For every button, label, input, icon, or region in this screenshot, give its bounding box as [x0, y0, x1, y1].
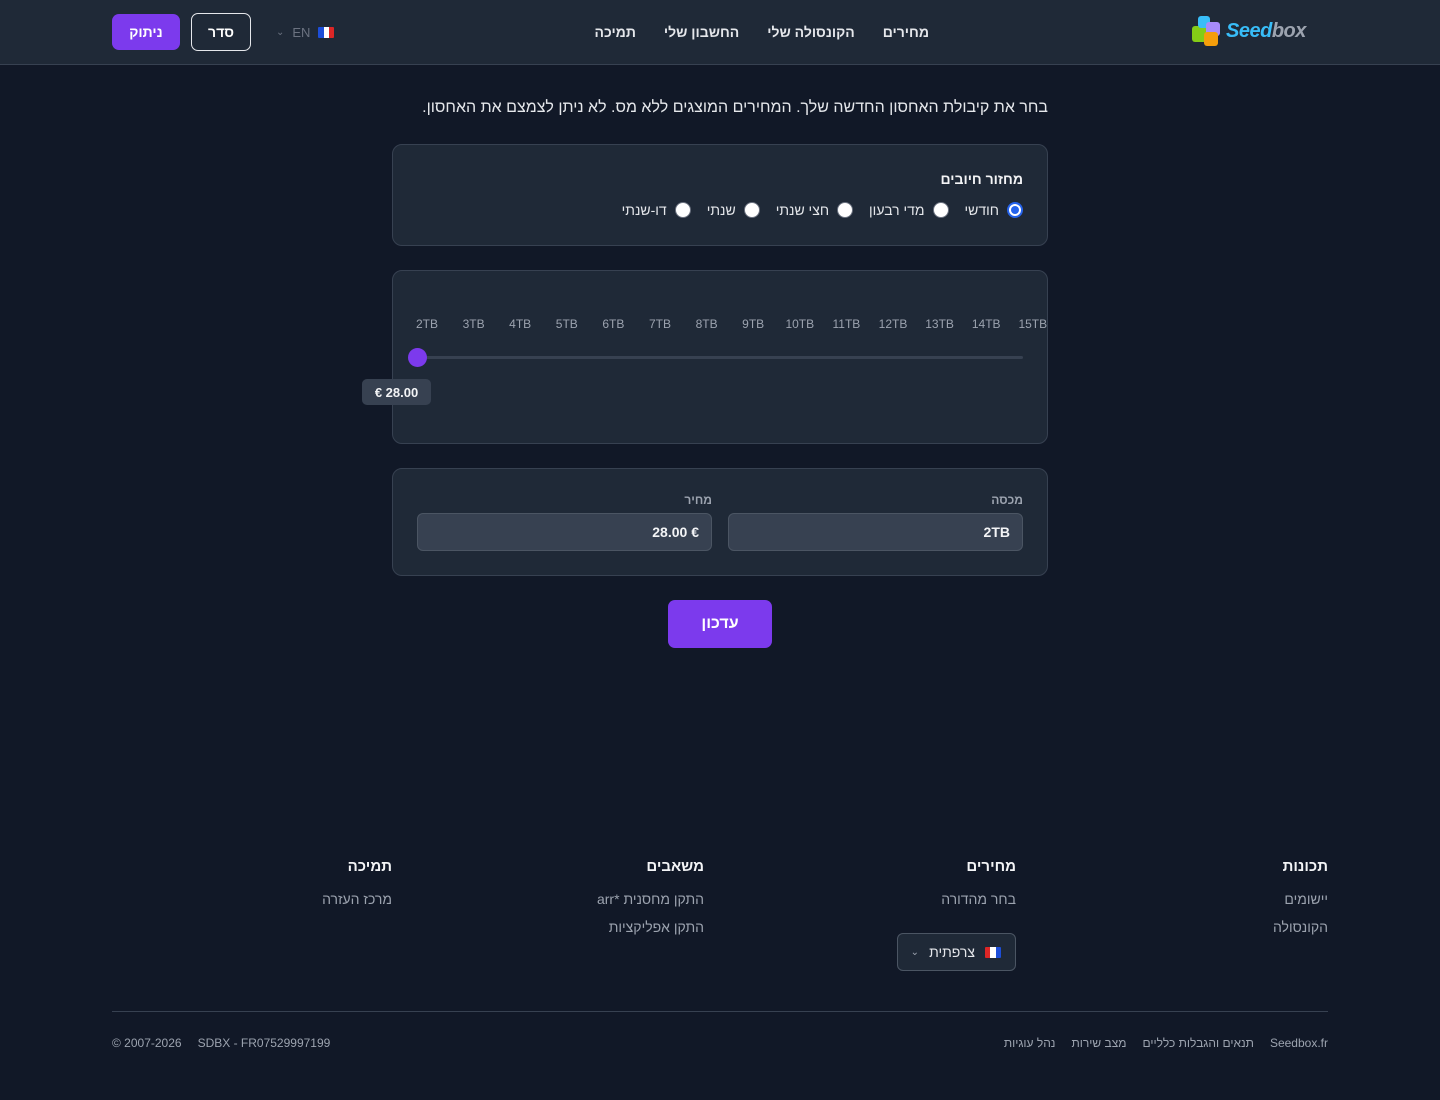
- legal-link-terms[interactable]: תנאים והגבלות כלליים: [1142, 1036, 1253, 1050]
- footer-link-choose-edition[interactable]: בחר מהדורה: [941, 891, 1016, 907]
- legal-link-status[interactable]: מצב שירות: [1071, 1036, 1126, 1050]
- slider-tick-label[interactable]: 5TB: [556, 317, 578, 331]
- france-flag-icon: [318, 26, 335, 38]
- slider-tick-label[interactable]: 7TB: [649, 317, 671, 331]
- slider-tick-label[interactable]: 12TB: [879, 317, 908, 331]
- intro-text: בחר את קיבולת האחסון החדשה שלך. המחירים …: [422, 99, 1048, 116]
- slider-tick-label[interactable]: 6TB: [602, 317, 624, 331]
- slider-tick-labels: 2TB 3TB 4TB 5TB 6TB 7TB 8TB 9TB 10TB 11TB 12TB 13TB…: [416, 317, 1047, 333]
- quota-label: מכסה: [991, 493, 1023, 507]
- billing-option-annual[interactable]: שנתי: [707, 202, 760, 218]
- nav-pricing[interactable]: מחירים: [883, 24, 929, 40]
- language-switcher[interactable]: ⌄ EN: [276, 22, 335, 42]
- seedbox-logo[interactable]: Seedbox: [1190, 14, 1322, 48]
- price-field: € 28.00: [417, 513, 712, 551]
- copyright-text: © 2007-2026: [112, 1036, 182, 1050]
- billing-option-label: חצי שנתי: [775, 202, 830, 218]
- top-header: Seedbox מחירים הקונסולה שלי החשבון שלי ת…: [0, 0, 1440, 65]
- chevron-down-icon: ⌄: [276, 26, 285, 38]
- footer-col-title: תמיכה: [347, 858, 392, 875]
- radio-button[interactable]: [932, 202, 949, 218]
- chevron-down-icon: ⌄: [910, 946, 920, 958]
- billing-option-label: חודשי: [964, 202, 999, 218]
- billing-option-semiannual[interactable]: חצי שנתי: [775, 202, 854, 218]
- storage-slider-thumb[interactable]: [408, 348, 427, 367]
- nav-my-console[interactable]: הקונסולה שלי: [767, 24, 854, 40]
- footer-link-help-center[interactable]: מרכז העזרה: [322, 891, 392, 907]
- billing-option-label: מדי רבעון: [869, 202, 925, 218]
- footer-col-resources: משאבים התקן מחסנית *arr התקן אפליקציות: [597, 858, 704, 947]
- slider-tick-label[interactable]: 8TB: [696, 317, 718, 331]
- storage-slider-track[interactable]: [417, 356, 1023, 359]
- company-id: SDBX - FR07529997199: [197, 1036, 331, 1050]
- logo-text: Seedbox: [1226, 19, 1306, 42]
- legal-link-site[interactable]: Seedbox.fr: [1270, 1036, 1328, 1050]
- slider-tick-label[interactable]: 9TB: [742, 317, 764, 331]
- slider-tick-label[interactable]: 14TB: [972, 317, 1001, 331]
- language-select-value: צרפתית: [929, 944, 975, 960]
- billing-option-quarterly[interactable]: מדי רבעון: [869, 202, 949, 218]
- slider-tick-label[interactable]: 3TB: [463, 317, 485, 331]
- billing-option-label: דו-שנתי: [621, 202, 667, 218]
- main-nav: מחירים הקונסולה שלי החשבון שלי תמיכה: [595, 0, 929, 64]
- footer-divider: [112, 1011, 1328, 1012]
- storage-slider-card: 2TB 3TB 4TB 5TB 6TB 7TB 8TB 9TB 10TB 11TB 12TB 13TB…: [362, 270, 1048, 444]
- billing-option-label: שנתי: [706, 202, 736, 218]
- billing-cycle-options: חודשי מדי רבעון חצי שנתי שנתי דו-שנתי: [606, 202, 1023, 218]
- slider-tick-label[interactable]: 2TB: [416, 317, 438, 331]
- footer-language-select[interactable]: צרפתית ⌄: [897, 933, 1016, 971]
- footer-legal-links: Seedbox.fr תנאים והגבלות כלליים מצב שירו…: [1004, 1036, 1328, 1050]
- billing-option-monthly[interactable]: חודשי: [965, 202, 1023, 218]
- quota-field: 2TB: [728, 513, 1023, 551]
- logout-button[interactable]: ניתוק: [112, 14, 180, 50]
- billing-option-biennial[interactable]: דו-שנתי: [622, 202, 691, 218]
- footer-col-pricing: מחירים בחר מהדורה: [941, 858, 1016, 919]
- slider-tick-label[interactable]: 11TB: [832, 317, 860, 331]
- price-label: מחיר: [684, 493, 712, 507]
- footer-link-install-apps[interactable]: התקן אפליקציות: [597, 919, 704, 935]
- footer-col-features: תכונות יישומים הקונסולה: [1273, 858, 1328, 947]
- lang-code: EN: [292, 24, 311, 40]
- footer-col-title: משאבים: [646, 858, 704, 875]
- radio-button[interactable]: [674, 202, 691, 218]
- billing-cycle-title: מחזור חיובים: [940, 171, 1023, 187]
- footer-col-support: תמיכה מרכז העזרה: [322, 858, 392, 919]
- order-button[interactable]: סדר: [191, 13, 251, 51]
- footer-copyright: © 2007-2026 SDBX - FR07529997199: [112, 1036, 330, 1050]
- update-button[interactable]: עדכון: [668, 600, 772, 648]
- footer-col-title: מחירים: [966, 858, 1016, 875]
- footer-link-install-arr[interactable]: התקן מחסנית *arr: [597, 891, 704, 907]
- billing-cycle-card: מחזור חיובים חודשי מדי רבעון חצי שנתי שנ…: [392, 144, 1048, 246]
- nav-support[interactable]: תמיכה: [595, 24, 636, 40]
- radio-button[interactable]: [743, 202, 760, 218]
- footer-link-console[interactable]: הקונסולה: [1273, 919, 1328, 935]
- slider-tick-label[interactable]: 10TB: [785, 317, 814, 331]
- slider-tick-label[interactable]: 13TB: [925, 317, 954, 331]
- footer-link-apps[interactable]: יישומים: [1273, 891, 1328, 907]
- legal-link-cookies[interactable]: נהל עוגיות: [1004, 1036, 1056, 1050]
- nav-my-account[interactable]: החשבון שלי: [664, 24, 739, 40]
- slider-tick-label[interactable]: 15TB: [1018, 317, 1047, 331]
- radio-button[interactable]: [1007, 202, 1023, 218]
- radio-button[interactable]: [837, 202, 854, 218]
- summary-card: מכסה 2TB מחיר € 28.00: [392, 468, 1048, 576]
- price-tooltip: € 28.00: [362, 379, 431, 405]
- footer-col-title: תכונות: [1282, 858, 1328, 875]
- slider-tick-label[interactable]: 4TB: [509, 317, 531, 331]
- france-flag-icon: [985, 946, 1001, 958]
- logo-cubes-icon: [1190, 14, 1224, 48]
